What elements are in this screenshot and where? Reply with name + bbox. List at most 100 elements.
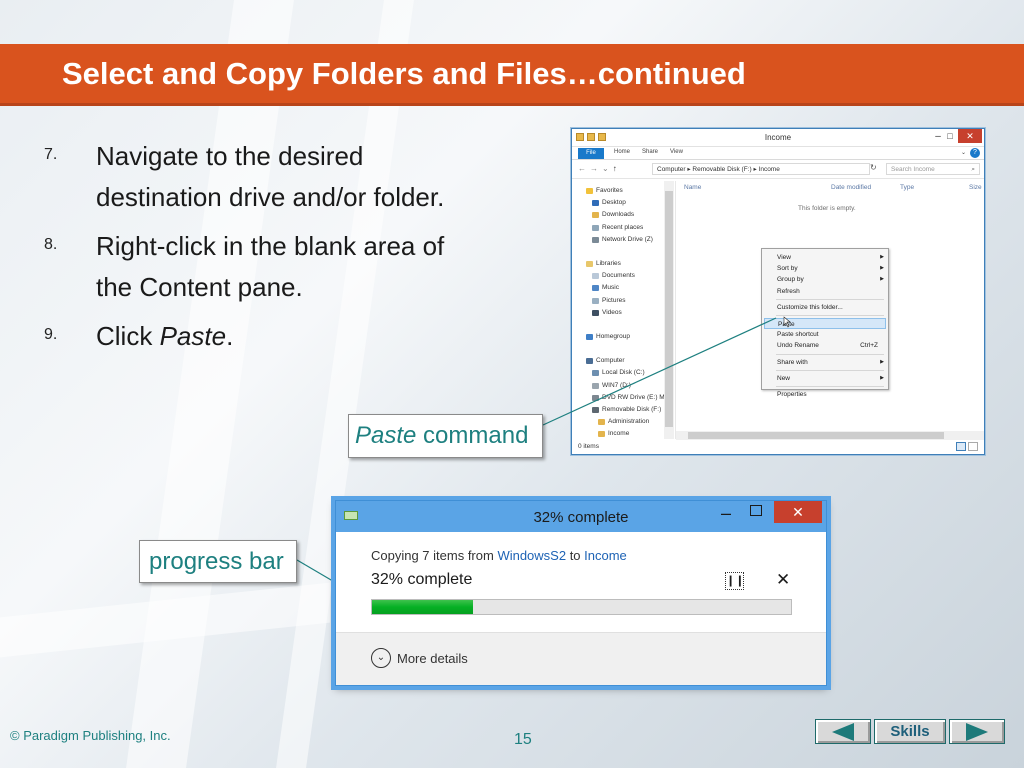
menu-item-refresh[interactable]: Refresh: [762, 286, 888, 297]
menu-separator: [776, 369, 884, 371]
nav-item-documents[interactable]: Documents: [572, 270, 675, 282]
downloads-icon: [592, 212, 599, 219]
nav-item-desktop[interactable]: Desktop: [572, 197, 675, 209]
menu-item-customize[interactable]: Customize this folder...: [762, 302, 888, 313]
column-type[interactable]: Type: [900, 184, 914, 191]
refresh-icon[interactable]: ↻: [870, 163, 877, 172]
explorer-titlebar: Income – □ ✕: [572, 129, 984, 147]
menu-item-share-with[interactable]: Share with ▶: [762, 357, 888, 368]
nav-pane-scrollbar[interactable]: [664, 181, 674, 439]
nav-item-music[interactable]: Music: [572, 282, 675, 294]
network-drive-icon: [592, 236, 599, 243]
nav-item-videos[interactable]: Videos: [572, 307, 675, 319]
menu-separator: [776, 314, 884, 316]
nav-label: WIN7 (D:): [602, 381, 631, 389]
tab-share[interactable]: Share: [642, 149, 658, 155]
nav-item-recent[interactable]: Recent places: [572, 222, 675, 234]
menu-item-paste-shortcut[interactable]: Paste shortcut: [762, 329, 888, 340]
star-icon: [586, 188, 593, 195]
close-button[interactable]: ✕: [958, 129, 982, 143]
progress-bar-callout: progress bar: [139, 540, 297, 583]
tab-file[interactable]: File: [578, 148, 604, 159]
nav-item-local-disk[interactable]: Local Disk (C:): [572, 367, 675, 379]
menu-label: Sort by: [777, 265, 798, 273]
menu-item-group-by[interactable]: Group by ▶: [762, 274, 888, 285]
more-details-link[interactable]: More details: [397, 651, 468, 666]
help-icon[interactable]: ?: [970, 148, 980, 158]
nav-item-network-drive[interactable]: Network Drive (Z): [572, 234, 675, 246]
recent-places-icon: [592, 224, 599, 231]
slide-navigation: Skills: [815, 719, 1005, 744]
cancel-copy-button[interactable]: ✕: [776, 570, 790, 590]
submenu-arrow-icon: ▶: [880, 276, 884, 283]
column-date-modified[interactable]: Date modified: [831, 184, 871, 191]
up-arrow-icon[interactable]: ↑: [613, 164, 617, 173]
progress-bar: [371, 599, 792, 615]
tab-home[interactable]: Home: [614, 149, 630, 155]
menu-item-undo-rename[interactable]: Undo Rename Ctrl+Z: [762, 340, 888, 351]
scrollbar-thumb[interactable]: [688, 432, 944, 439]
chevron-down-icon[interactable]: ⌄: [602, 164, 609, 173]
nav-item-favorites[interactable]: Favorites: [572, 185, 675, 197]
ribbon-expand-icon[interactable]: ⌄: [961, 149, 966, 156]
column-size[interactable]: Size: [969, 184, 982, 191]
menu-item-new[interactable]: New ▶: [762, 373, 888, 384]
destination-link[interactable]: Income: [584, 548, 627, 563]
nav-item-downloads[interactable]: Downloads: [572, 209, 675, 221]
maximize-button[interactable]: [750, 505, 762, 516]
tab-view[interactable]: View: [670, 149, 683, 155]
large-icons-view-icon[interactable]: [968, 442, 978, 451]
navigation-pane: Favorites Desktop Downloads Recent place…: [572, 181, 676, 439]
menu-label: View: [777, 254, 791, 261]
nav-item-removable[interactable]: Removable Disk (F:): [572, 404, 675, 416]
forward-arrow-icon[interactable]: →: [590, 164, 598, 173]
explorer-ribbon: File Home Share View ⌄ ?: [572, 147, 984, 160]
nav-item-homegroup[interactable]: Homegroup: [572, 331, 675, 343]
close-button[interactable]: ✕: [774, 501, 822, 523]
step-text-paste: Paste: [159, 321, 227, 351]
nav-item-win7[interactable]: WIN7 (D:): [572, 379, 675, 391]
copy-progress-dialog: 32% complete – ✕ Copying 7 items from Wi…: [335, 500, 827, 686]
pause-button[interactable]: ❙❙: [725, 572, 744, 590]
menu-label: Paste: [778, 320, 795, 328]
dialog-footer: ⌄ More details: [336, 632, 826, 685]
menu-item-view[interactable]: View ▶: [762, 252, 888, 263]
back-arrow-icon[interactable]: ←: [578, 164, 586, 173]
nav-item-income[interactable]: Income: [572, 428, 675, 439]
step-item: 7. Navigate to the desired destination d…: [44, 136, 494, 218]
menu-item-paste[interactable]: Paste: [764, 317, 886, 330]
menu-item-properties[interactable]: Properties: [762, 389, 888, 400]
address-bar-row: ← → ⌄ ↑ Computer ▸ Removable Disk (F:) ▸…: [572, 160, 984, 179]
menu-item-sort-by[interactable]: Sort by ▶: [762, 263, 888, 274]
details-view-icon[interactable]: [956, 442, 966, 451]
chevron-down-icon[interactable]: ⌄: [371, 648, 391, 668]
search-input[interactable]: Search Income ⌕: [886, 163, 980, 175]
arrow-right-icon: [966, 723, 988, 741]
nav-item-dvd[interactable]: DVD RW Drive (E:) M: [572, 392, 675, 404]
nav-label: Music: [602, 284, 619, 292]
nav-item-computer[interactable]: Computer: [572, 355, 675, 367]
explorer-title: Income: [764, 133, 792, 142]
source-link[interactable]: WindowsS2: [497, 548, 566, 563]
nav-item-pictures[interactable]: Pictures: [572, 295, 675, 307]
skills-button[interactable]: Skills: [874, 719, 946, 744]
content-scrollbar[interactable]: [676, 431, 984, 440]
minimize-button[interactable]: –: [721, 503, 731, 524]
scrollbar-thumb[interactable]: [665, 191, 673, 427]
column-headers: Name Date modified Type Size: [684, 184, 984, 194]
column-name[interactable]: Name: [684, 184, 701, 191]
maximize-button[interactable]: □: [944, 131, 956, 143]
libraries-icon: [586, 261, 593, 268]
next-slide-button[interactable]: [949, 719, 1005, 744]
nav-label: Videos: [602, 308, 622, 316]
address-input[interactable]: Computer ▸ Removable Disk (F:) ▸ Income: [652, 163, 870, 175]
step-text-suffix: .: [226, 321, 234, 351]
desktop-icon: [592, 200, 599, 207]
nav-item-libraries[interactable]: Libraries: [572, 258, 675, 270]
nav-item-administration[interactable]: Administration: [572, 416, 675, 428]
previous-slide-button[interactable]: [815, 719, 871, 744]
context-menu: View ▶ Sort by ▶ Group by ▶ Refresh Customi…: [761, 248, 889, 398]
slide-title-bar: Select and Copy Folders and Files…contin…: [0, 44, 1024, 106]
minimize-button[interactable]: –: [932, 131, 944, 143]
slide-title: Select and Copy Folders and Files…contin…: [62, 56, 746, 91]
